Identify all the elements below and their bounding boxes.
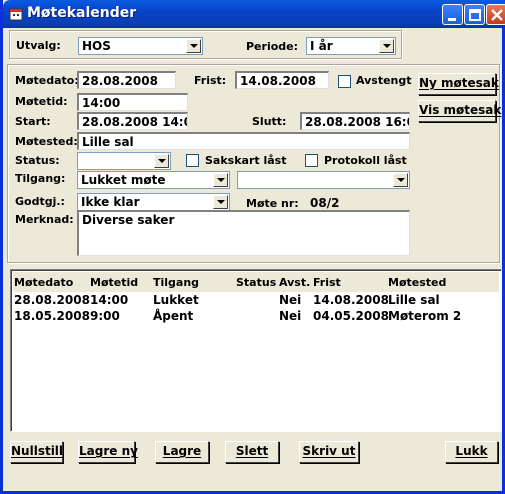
cell-frist: 04.05.2008 [313,309,389,323]
table-row[interactable]: 28.08.2008 14:00 Lukket Nei 14.08.2008 L… [11,293,501,308]
cell-motedato: 18.05.2008 [14,309,90,323]
motetid-field[interactable]: 14:00 [77,93,188,111]
chevron-down-icon [217,178,225,182]
dropdown-arrow[interactable] [379,39,394,53]
avstengt-label: Avstengt [356,74,412,87]
maximize-icon [469,9,481,21]
tilgang-secondary-select[interactable] [237,171,410,189]
maximize-button[interactable] [464,4,485,25]
col-header-motested[interactable]: Møtested [388,276,446,289]
cell-frist: 14.08.2008 [313,293,389,307]
filter-panel: Utvalg: HOS Periode: I år [9,30,402,59]
godtgj-label: Godtgj.: [15,195,65,208]
cell-avst: Nei [279,293,302,307]
lukk-button[interactable]: Lukk [445,441,498,463]
meetings-table[interactable]: Møtedato Møtetid Tilgang Status Avst. Fr… [10,269,502,432]
slett-button[interactable]: Slett [225,441,279,463]
dropdown-arrow[interactable] [213,173,228,187]
frist-label: Frist: [194,74,227,87]
status-select[interactable] [77,152,171,170]
status-label: Status: [15,154,60,167]
utvalg-label: Utvalg: [16,39,61,52]
col-header-motetid[interactable]: Møtetid [90,276,138,289]
cell-motested: Lille sal [388,293,440,307]
mote-nr-value: 08/2 [310,196,340,210]
ny-motesak-button[interactable]: Ny møtesak [418,73,499,95]
utvalg-value: HOS [82,39,111,53]
tilgang-select[interactable]: Lukket møte [77,171,230,189]
motedato-label: Møtedato: [15,74,79,87]
app-window: Møtekalender Utvalg: HOS Periode: I år M… [0,0,505,494]
chevron-down-icon [190,44,198,48]
sakskart-checkbox[interactable] [186,154,199,167]
slutt-label: Slutt: [252,115,287,128]
close-icon [491,9,503,21]
slutt-field[interactable]: 28.08.2008 16:00 [300,112,410,130]
col-header-frist[interactable]: Frist [313,276,341,289]
table-header: Møtedato Møtetid Tilgang Status Avst. Fr… [13,272,499,292]
col-header-avst[interactable]: Avst. [279,276,310,289]
frist-field[interactable]: 14.08.2008 [235,71,329,89]
merknad-textarea[interactable]: Diverse saker [77,210,410,256]
col-header-motedato[interactable]: Møtedato [14,276,73,289]
protokoll-checkbox[interactable] [305,154,318,167]
cell-motetid: 14:00 [90,293,129,307]
cell-motedato: 28.08.2008 [14,293,90,307]
dropdown-arrow[interactable] [393,173,408,187]
cell-tilgang: Lukket [153,293,199,307]
periode-label: Periode: [246,40,299,53]
cell-avst: Nei [279,309,302,323]
dropdown-arrow[interactable] [213,195,228,209]
mote-nr-label: Møte nr: [246,197,299,210]
periode-value: I år [310,39,333,53]
godtgj-select[interactable]: Ikke klar [77,193,230,211]
window-title: Møtekalender [27,5,137,21]
skriv-ut-button[interactable]: Skriv ut [299,441,359,463]
chevron-down-icon [158,159,166,163]
motetid-label: Møtetid: [15,95,68,108]
lagre-button[interactable]: Lagre [155,441,209,463]
table-row[interactable]: 18.05.2008 9:00 Åpent Nei 04.05.2008 Møt… [11,309,501,324]
motested-field[interactable]: Lille sal [77,132,410,150]
chevron-down-icon [383,44,391,48]
start-label: Start: [15,115,51,128]
chevron-down-icon [397,178,405,182]
utvalg-select[interactable]: HOS [78,37,203,55]
dropdown-arrow[interactable] [154,154,169,168]
avstengt-checkbox[interactable] [338,75,351,88]
godtgj-value: Ikke klar [81,195,140,209]
dropdown-arrow[interactable] [186,39,201,53]
minimize-icon [448,18,456,21]
vis-motesak-button[interactable]: Vis møtesak [418,100,501,122]
motested-label: Møtested: [15,135,78,148]
tilgang-value: Lukket møte [81,173,166,187]
cell-tilgang: Åpent [153,309,194,323]
lagre-ny-button[interactable]: Lagre ny [78,441,138,463]
periode-select[interactable]: I år [306,37,396,55]
chevron-down-icon [217,200,225,204]
cell-motested: Møterom 2 [388,309,462,323]
protokoll-label: Protokoll låst [324,154,407,167]
cell-motetid: 9:00 [90,309,120,323]
nullstill-button[interactable]: Nullstill [10,441,63,463]
calendar-icon [9,8,23,21]
minimize-button[interactable] [442,4,463,25]
close-window-button[interactable] [486,4,505,25]
sakskart-label: Sakskart låst [205,154,287,167]
meeting-form-panel: Møtedato: 28.08.2008 Frist: 14.08.2008 A… [7,64,501,263]
col-header-tilgang[interactable]: Tilgang [153,276,199,289]
start-field[interactable]: 28.08.2008 14:00 [77,112,188,130]
tilgang-label: Tilgang: [15,172,66,185]
col-header-status[interactable]: Status [236,276,276,289]
motedato-field[interactable]: 28.08.2008 [77,71,176,89]
merknad-label: Merknad: [15,213,74,226]
title-bar[interactable]: Møtekalender [3,0,505,28]
